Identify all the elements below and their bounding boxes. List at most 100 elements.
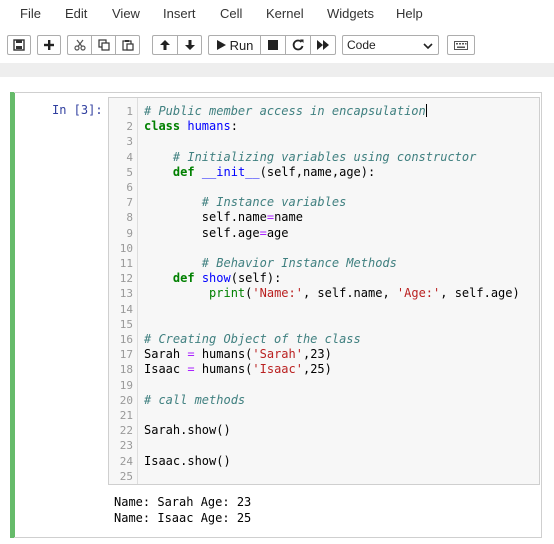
- code-token: 'Sarah': [252, 347, 303, 362]
- line-number: 3: [126, 135, 133, 149]
- menu-widgets[interactable]: Widgets: [327, 6, 374, 21]
- stop-icon: [268, 40, 278, 50]
- header-separator: [0, 63, 554, 77]
- code-token: ,25): [302, 362, 332, 377]
- copy-button[interactable]: [91, 35, 115, 55]
- line-number: 8: [126, 211, 133, 225]
- code-text: class humans:: [144, 119, 238, 134]
- code-text: print('Name:', self.name, 'Age:', self.a…: [144, 286, 520, 301]
- chevron-down-icon: [423, 40, 433, 54]
- move-down-button[interactable]: [177, 35, 202, 55]
- line-number: 21: [119, 409, 133, 422]
- code-token: Sarah: [144, 347, 188, 362]
- menu-cell[interactable]: Cell: [220, 6, 242, 21]
- save-button[interactable]: [7, 35, 31, 55]
- code-token: humans(: [194, 347, 253, 362]
- code-line: 11 # Behavior Instance Methods: [109, 256, 539, 271]
- code-line: 13 print('Name:', self.name, 'Age:', sel…: [109, 286, 539, 301]
- code-line: 6: [109, 180, 539, 195]
- code-line: 9 self.age=age: [109, 226, 539, 241]
- code-line: 17 Sarah = humans('Sarah',23): [109, 347, 539, 362]
- line-number: 17: [119, 348, 133, 362]
- code-line: 2 class humans:: [109, 119, 539, 134]
- copy-icon: [97, 39, 110, 51]
- menu-bar: File Edit View Insert Cell Kernel Widget…: [0, 0, 554, 28]
- code-text: def show(self):: [144, 271, 281, 286]
- code-text: # Initializing variables using construct…: [144, 150, 476, 165]
- line-number: 23: [119, 439, 133, 453]
- arrow-up-icon: [159, 39, 171, 51]
- code-line: 24 Isaac.show(): [109, 454, 539, 469]
- code-text: # call methods: [144, 393, 245, 408]
- run-label: Run: [229, 37, 254, 53]
- code-token: =: [187, 347, 195, 362]
- menu-file[interactable]: File: [20, 6, 41, 21]
- code-line: 21: [109, 408, 539, 423]
- code-line: 4 # Initializing variables using constru…: [109, 150, 539, 165]
- code-token: age: [266, 225, 289, 240]
- code-token: # Initializing variables using construct…: [172, 149, 477, 164]
- restart-run-all-button[interactable]: [310, 35, 336, 55]
- line-number: 18: [119, 363, 133, 377]
- menu-edit[interactable]: Edit: [65, 6, 87, 21]
- input-prompt: In [3]:: [52, 103, 103, 117]
- code-token: def: [172, 271, 195, 286]
- cell-type-select[interactable]: Code: [342, 35, 439, 55]
- code-editor[interactable]: 1 # Public member access in encapsulation…: [108, 97, 540, 485]
- play-icon: [216, 40, 226, 50]
- line-number: 19: [119, 378, 133, 392]
- code-token: 'Age:': [396, 286, 441, 301]
- plus-icon: [43, 39, 55, 51]
- code-token: # Instance variables: [201, 195, 347, 210]
- cell-type-value: Code: [347, 38, 376, 52]
- code-token: Isaac: [144, 362, 188, 377]
- code-token: :: [230, 119, 238, 134]
- line-number: 7: [126, 196, 133, 210]
- cut-button[interactable]: [67, 35, 91, 55]
- cut-icon: [73, 39, 86, 51]
- code-text: self.age=age: [144, 226, 289, 241]
- code-line: 3: [109, 134, 539, 149]
- code-token: humans(: [194, 362, 253, 377]
- code-token: show: [201, 271, 231, 286]
- output-line: Name: Isaac Age: 25: [114, 511, 252, 525]
- code-token: self.name: [144, 210, 267, 225]
- run-button[interactable]: Run: [208, 35, 260, 55]
- code-token: __init__: [201, 164, 260, 179]
- line-number: 16: [119, 333, 133, 346]
- code-line: 16 # Creating Object of the class: [109, 332, 539, 347]
- menu-insert[interactable]: Insert: [163, 6, 196, 21]
- code-token: name: [274, 210, 303, 225]
- menu-help[interactable]: Help: [396, 6, 423, 21]
- line-number: 9: [126, 226, 133, 240]
- code-text: # Instance variables: [144, 195, 347, 210]
- paste-button[interactable]: [115, 35, 140, 55]
- interrupt-button[interactable]: [260, 35, 285, 55]
- menu-kernel[interactable]: Kernel: [266, 6, 304, 21]
- line-number: 22: [119, 424, 133, 438]
- code-line: 10: [109, 241, 539, 256]
- restart-button[interactable]: [285, 35, 310, 55]
- insert-cell-button[interactable]: [37, 35, 61, 55]
- code-token: Isaac.show(): [144, 453, 231, 468]
- code-token: =: [259, 225, 267, 240]
- move-up-button[interactable]: [152, 35, 177, 55]
- code-token: , self.age): [440, 286, 520, 301]
- code-line: 22 Sarah.show(): [109, 423, 539, 438]
- line-number: 24: [119, 454, 133, 468]
- code-text: Isaac.show(): [144, 454, 231, 469]
- menu-view[interactable]: View: [112, 6, 140, 21]
- line-number: 5: [126, 165, 133, 179]
- command-palette-button[interactable]: [447, 35, 475, 55]
- line-number: 20: [119, 393, 133, 407]
- code-text: Sarah = humans('Sarah',23): [144, 347, 332, 362]
- code-token: print: [209, 286, 246, 301]
